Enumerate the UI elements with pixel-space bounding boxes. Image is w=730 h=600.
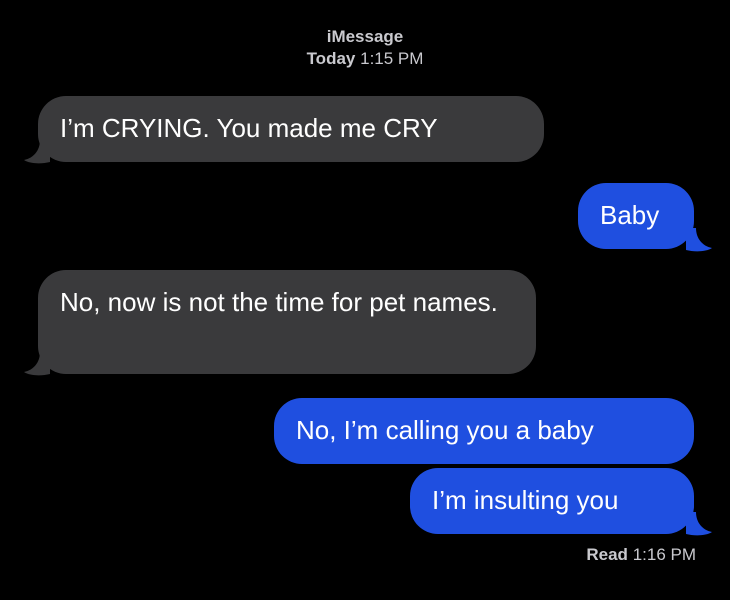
message-bubble-outgoing[interactable]: Baby bbox=[578, 183, 694, 249]
conversation-header: iMessage Today 1:15 PM bbox=[0, 26, 730, 70]
message-text: Baby bbox=[600, 200, 660, 230]
read-time: 1:16 PM bbox=[632, 545, 696, 564]
timestamp: Today 1:15 PM bbox=[0, 48, 730, 70]
message-bubble-incoming[interactable]: I’m CRYING. You made me CRY bbox=[38, 96, 544, 162]
message-text: I’m CRYING. You made me CRY bbox=[60, 113, 438, 143]
bubble-tail-outgoing bbox=[686, 228, 712, 252]
read-receipt: Read 1:16 PM bbox=[586, 545, 696, 565]
bubble-tail-incoming bbox=[24, 352, 50, 376]
service-label: iMessage bbox=[326, 27, 404, 46]
read-label: Read bbox=[586, 545, 628, 564]
bubble-tail-incoming bbox=[24, 140, 50, 164]
message-text: I’m insulting you bbox=[432, 485, 619, 515]
timestamp-time: 1:15 PM bbox=[360, 49, 424, 68]
message-bubble-outgoing[interactable]: No, I’m calling you a baby bbox=[274, 398, 694, 464]
timestamp-day: Today bbox=[306, 49, 356, 68]
message-text: No, I’m calling you a baby bbox=[296, 415, 594, 445]
message-text: No, now is not the time for pet names. bbox=[60, 287, 498, 317]
message-bubble-incoming[interactable]: No, now is not the time for pet names. bbox=[38, 270, 536, 374]
bubble-tail-outgoing bbox=[686, 512, 712, 536]
message-bubble-outgoing[interactable]: I’m insulting you bbox=[410, 468, 694, 534]
